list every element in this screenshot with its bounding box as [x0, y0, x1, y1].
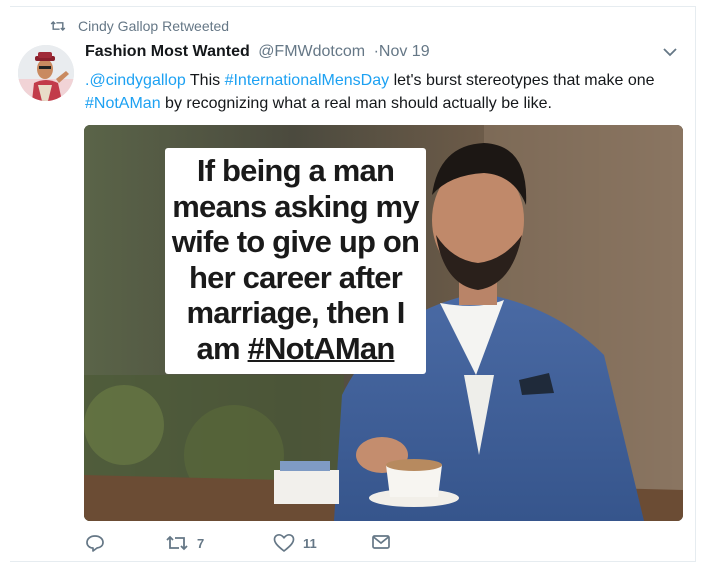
retweeter-name[interactable]: Cindy Gallop	[78, 18, 158, 34]
like-count: 11	[303, 535, 317, 551]
tweet-media-image[interactable]: If being a man means asking my wife to g…	[84, 125, 683, 521]
retweet-icon	[166, 535, 188, 551]
chevron-down-icon[interactable]	[662, 46, 678, 58]
reply-icon	[86, 535, 104, 552]
tweet-action-bar: 7 11	[85, 533, 405, 557]
hashtag-link-international-mens-day[interactable]: #InternationalMensDay	[225, 72, 390, 89]
hashtag-link-notaman[interactable]: #NotAMan	[85, 95, 161, 112]
retweeted-label: Retweeted	[162, 18, 230, 34]
envelope-icon	[372, 535, 390, 549]
avatar[interactable]	[18, 45, 74, 101]
avatar-photo	[18, 45, 74, 101]
heart-icon	[273, 533, 295, 552]
tweet-header: Fashion Most Wanted @FMWdotcom ·Nov 19	[85, 43, 685, 61]
tweet-date[interactable]: Nov 19	[379, 43, 430, 60]
retweet-count: 7	[197, 535, 205, 551]
reply-button[interactable]	[85, 533, 113, 553]
retweet-icon	[50, 20, 66, 32]
author-handle[interactable]: @FMWdotcom	[258, 43, 365, 60]
media-photo	[84, 125, 683, 521]
tweet-text-part-3: by recognizing what a real man should ac…	[160, 95, 552, 112]
retweet-button[interactable]: 7	[165, 533, 204, 553]
retweet-context: Cindy Gallop Retweeted	[50, 18, 229, 34]
tweet-text: .@cindygallop This #InternationalMensDay…	[85, 69, 690, 115]
tweet-text-part-2: let's burst stereotypes that make one	[389, 72, 655, 89]
tweet-text-part-1: This	[185, 72, 225, 89]
like-button[interactable]: 11	[273, 533, 317, 553]
mention-link[interactable]: .@cindygallop	[85, 72, 186, 89]
author-name[interactable]: Fashion Most Wanted	[85, 43, 250, 60]
direct-message-button[interactable]	[371, 533, 399, 551]
